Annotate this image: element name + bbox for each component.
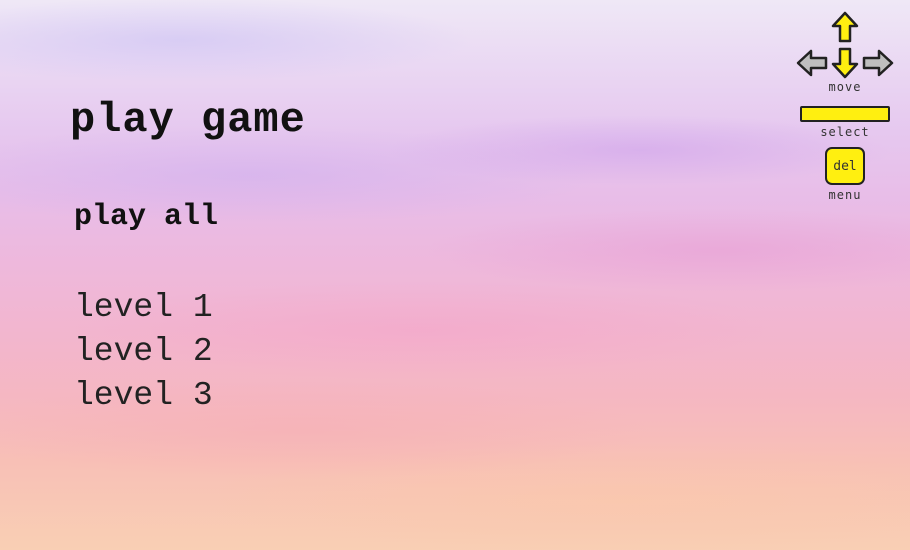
controls-legend: move select del menu bbox=[790, 10, 900, 202]
level-menu: play all level 1 level 2 level 3 bbox=[74, 200, 218, 418]
down-arrow-icon bbox=[831, 47, 859, 79]
del-key-label: del bbox=[833, 158, 857, 174]
move-label: move bbox=[828, 80, 862, 94]
level-1-option[interactable]: level 1 bbox=[74, 286, 218, 330]
level-2-option[interactable]: level 2 bbox=[74, 330, 218, 374]
menu-title: play game bbox=[70, 96, 306, 144]
del-key-icon: del bbox=[825, 147, 865, 185]
right-arrow-icon bbox=[862, 49, 894, 77]
play-all-option[interactable]: play all bbox=[74, 200, 218, 234]
spacebar-key-icon bbox=[800, 106, 890, 122]
up-arrow-icon bbox=[831, 11, 859, 43]
arrow-keys-icon bbox=[796, 11, 894, 79]
level-3-option[interactable]: level 3 bbox=[74, 374, 218, 418]
menu-label: menu bbox=[828, 188, 862, 202]
left-arrow-icon bbox=[796, 49, 828, 77]
select-label: select bbox=[820, 125, 870, 139]
